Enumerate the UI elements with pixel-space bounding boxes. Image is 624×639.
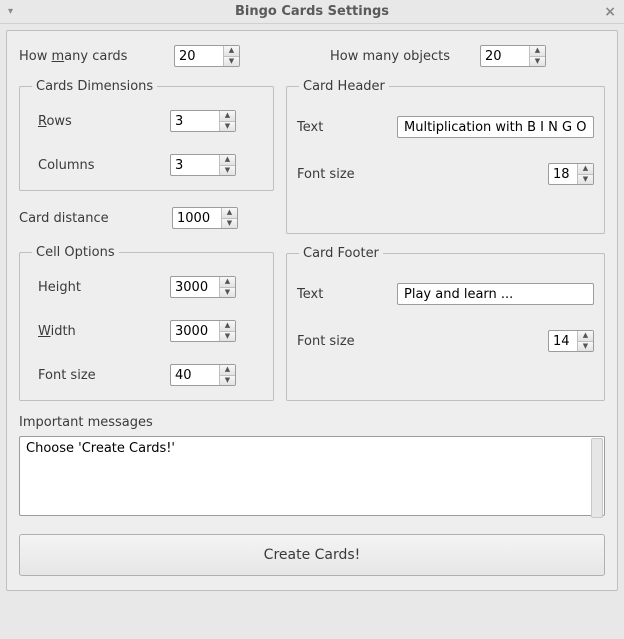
scrollbar[interactable] [591, 438, 603, 518]
card-footer-group: Card Footer Text Font size ▲▼ [286, 246, 605, 401]
spin-down-icon[interactable]: ▼ [224, 57, 239, 67]
how-many-objects-spinbox[interactable]: ▲▼ [480, 45, 546, 67]
cell-fontsize-label: Font size [30, 368, 170, 383]
footer-text-label: Text [297, 287, 397, 302]
how-many-cards-spinbox[interactable]: ▲▼ [174, 45, 240, 67]
card-header-group: Card Header Text Font size ▲▼ [286, 79, 605, 234]
spin-up-icon[interactable]: ▲ [578, 164, 593, 175]
spin-up-icon[interactable]: ▲ [220, 155, 235, 166]
spin-down-icon[interactable]: ▼ [578, 175, 593, 185]
cards-dimensions-group: Cards Dimensions Rows ▲▼ Columns ▲▼ [19, 79, 274, 191]
rows-input[interactable] [171, 111, 219, 131]
card-distance-input[interactable] [173, 208, 221, 228]
footer-fontsize-input[interactable] [549, 331, 577, 351]
cards-dimensions-legend: Cards Dimensions [32, 79, 157, 94]
header-text-input[interactable] [397, 116, 594, 138]
spin-up-icon[interactable]: ▲ [220, 277, 235, 288]
how-many-cards-input[interactable] [175, 46, 223, 66]
cell-height-spinbox[interactable]: ▲▼ [170, 276, 236, 298]
card-distance-label: Card distance [19, 211, 172, 226]
cell-height-label: Height [30, 280, 170, 295]
header-fontsize-spinbox[interactable]: ▲▼ [548, 163, 594, 185]
spin-up-icon[interactable]: ▲ [220, 111, 235, 122]
spin-up-icon[interactable]: ▲ [220, 321, 235, 332]
columns-label: Columns [30, 158, 170, 173]
cell-fontsize-input[interactable] [171, 365, 219, 385]
footer-fontsize-label: Font size [297, 334, 548, 349]
spin-down-icon[interactable]: ▼ [220, 166, 235, 176]
how-many-objects-input[interactable] [481, 46, 529, 66]
important-messages-label: Important messages [19, 415, 605, 430]
card-footer-legend: Card Footer [299, 246, 383, 261]
rows-spinbox[interactable]: ▲▼ [170, 110, 236, 132]
window-title: Bingo Cards Settings [235, 4, 389, 19]
close-icon[interactable]: × [604, 4, 616, 20]
spin-down-icon[interactable]: ▼ [220, 332, 235, 342]
header-fontsize-input[interactable] [549, 164, 577, 184]
footer-text-input[interactable] [397, 283, 594, 305]
spin-down-icon[interactable]: ▼ [222, 219, 237, 229]
cell-width-spinbox[interactable]: ▲▼ [170, 320, 236, 342]
cell-options-legend: Cell Options [32, 245, 119, 260]
cell-width-label: Width [30, 324, 170, 339]
create-cards-button[interactable]: Create Cards! [19, 534, 605, 576]
spin-up-icon[interactable]: ▲ [224, 46, 239, 57]
columns-input[interactable] [171, 155, 219, 175]
spin-down-icon[interactable]: ▼ [578, 342, 593, 352]
cell-fontsize-spinbox[interactable]: ▲▼ [170, 364, 236, 386]
spin-down-icon[interactable]: ▼ [220, 288, 235, 298]
card-distance-spinbox[interactable]: ▲▼ [172, 207, 238, 229]
rows-label: Rows [30, 114, 170, 129]
spin-up-icon[interactable]: ▲ [220, 365, 235, 376]
spin-down-icon[interactable]: ▼ [220, 122, 235, 132]
cell-height-input[interactable] [171, 277, 219, 297]
spin-up-icon[interactable]: ▲ [222, 208, 237, 219]
how-many-objects-label: How many objects [330, 49, 480, 64]
spin-up-icon[interactable]: ▲ [578, 331, 593, 342]
important-messages-box[interactable] [19, 436, 605, 516]
spin-up-icon[interactable]: ▲ [530, 46, 545, 57]
spin-down-icon[interactable]: ▼ [220, 376, 235, 386]
titlebar: ▾ Bingo Cards Settings × [0, 0, 624, 24]
cell-options-group: Cell Options Height ▲▼ Width ▲▼ [19, 245, 274, 401]
cell-width-input[interactable] [171, 321, 219, 341]
header-text-label: Text [297, 120, 397, 135]
spin-down-icon[interactable]: ▼ [530, 57, 545, 67]
footer-fontsize-spinbox[interactable]: ▲▼ [548, 330, 594, 352]
columns-spinbox[interactable]: ▲▼ [170, 154, 236, 176]
titlebar-menu-icon[interactable]: ▾ [8, 6, 13, 17]
card-header-legend: Card Header [299, 79, 389, 94]
how-many-cards-label: How many cards [19, 49, 174, 64]
header-fontsize-label: Font size [297, 167, 548, 182]
